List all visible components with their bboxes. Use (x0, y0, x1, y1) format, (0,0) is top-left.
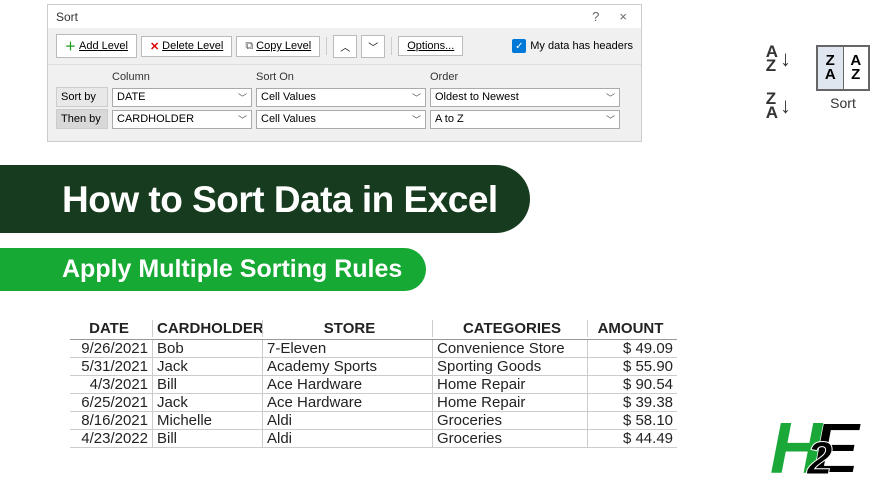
chevron-down-icon: ﹀ (238, 113, 247, 126)
down-arrow-icon: ↓ (780, 93, 791, 119)
copy-icon: ⧉ (245, 40, 253, 53)
sorton-select[interactable]: Cell Values﹀ (256, 88, 426, 107)
row-label: Sort by (56, 87, 108, 107)
subtitle-banner: Apply Multiple Sorting Rules (0, 248, 426, 291)
chevron-down-icon: ﹀ (606, 113, 615, 126)
table-row: 5/31/2021JackAcademy SportsSporting Good… (70, 358, 677, 376)
table-header-row: DATE CARDHOLDER STORE CATEGORIES AMOUNT (70, 320, 677, 340)
row-label: Then by (56, 109, 108, 129)
chevron-down-icon: ﹀ (412, 91, 421, 104)
headers-checkbox-wrap[interactable]: ✓ My data has headers (512, 39, 633, 53)
dialog-toolbar: ＋Add Level ✕Delete Level ⧉Copy Level ︿ ﹀… (48, 28, 641, 65)
chevron-down-icon: ﹀ (412, 113, 421, 126)
dialog-titlebar: Sort ? × (48, 5, 641, 28)
banner-subtitle: Apply Multiple Sorting Rules (62, 255, 402, 284)
options-button[interactable]: Options... (398, 36, 463, 56)
table-row: 4/23/2022BillAldiGroceries$ 44.49 (70, 430, 677, 448)
add-level-button[interactable]: ＋Add Level (56, 34, 137, 58)
headers-label: My data has headers (530, 40, 633, 52)
down-arrow-icon: ↓ (780, 46, 791, 72)
move-down-button[interactable]: ﹀ (361, 35, 385, 58)
title-banner: How to Sort Data in Excel (0, 165, 530, 233)
table-row: 8/16/2021MichelleAldiGroceries$ 58.10 (70, 412, 677, 430)
order-select[interactable]: A to Z﹀ (430, 110, 620, 129)
ribbon-sort-icons: AZ ↓ ZA ↓ ZA AZ Sort (766, 45, 870, 121)
banner-title: How to Sort Data in Excel (62, 179, 498, 221)
column-select[interactable]: CARDHOLDER﹀ (112, 110, 252, 129)
col-cardholder: CARDHOLDER (152, 320, 262, 337)
sort-rule-row: Sort by DATE﹀ Cell Values﹀ Oldest to New… (56, 87, 633, 107)
column-select[interactable]: DATE﹀ (112, 88, 252, 107)
sort-desc-button[interactable]: ZA ↓ (766, 92, 791, 121)
column-header: Column (112, 71, 252, 83)
order-select[interactable]: Oldest to Newest﹀ (430, 88, 620, 107)
col-amount: AMOUNT (587, 320, 677, 337)
table-row: 6/25/2021JackAce HardwareHome Repair$ 39… (70, 394, 677, 412)
sort-label: Sort (830, 95, 856, 111)
table-row: 4/3/2021BillAce HardwareHome Repair$ 90.… (70, 376, 677, 394)
col-date: DATE (70, 320, 152, 337)
dialog-title: Sort (56, 10, 78, 24)
h2e-logo: H2E (770, 408, 860, 490)
custom-sort-button[interactable]: ZA AZ Sort (816, 45, 870, 111)
col-store: STORE (262, 320, 432, 337)
move-up-button[interactable]: ︿ (333, 35, 357, 58)
help-icon[interactable]: ? (586, 9, 605, 24)
checkbox-icon: ✓ (512, 39, 526, 53)
plus-icon: ＋ (65, 38, 76, 54)
sorton-header: Sort On (256, 71, 426, 83)
sort-dialog: Sort ? × ＋Add Level ✕Delete Level ⧉Copy … (47, 4, 642, 142)
data-table: DATE CARDHOLDER STORE CATEGORIES AMOUNT … (70, 320, 677, 448)
sorton-select[interactable]: Cell Values﹀ (256, 110, 426, 129)
sort-asc-button[interactable]: AZ ↓ (766, 45, 791, 74)
x-icon: ✕ (150, 40, 159, 53)
order-header: Order (430, 71, 620, 83)
delete-level-button[interactable]: ✕Delete Level (141, 36, 232, 57)
close-icon[interactable]: × (613, 9, 633, 24)
col-categories: CATEGORIES (432, 320, 587, 337)
copy-level-button[interactable]: ⧉Copy Level (236, 36, 320, 57)
chevron-down-icon: ﹀ (606, 91, 615, 104)
sort-rules-grid: Column Sort On Order Sort by DATE﹀ Cell … (48, 65, 641, 141)
table-row: 9/26/2021Bob7-ElevenConvenience Store$ 4… (70, 340, 677, 358)
sort-rule-row: Then by CARDHOLDER﹀ Cell Values﹀ A to Z﹀ (56, 109, 633, 129)
chevron-down-icon: ﹀ (238, 91, 247, 104)
